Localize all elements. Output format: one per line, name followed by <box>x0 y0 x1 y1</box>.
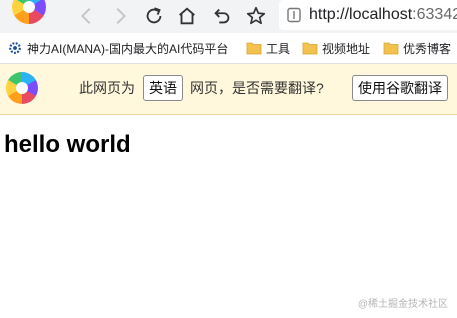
bookmark-tools[interactable]: 工具 <box>246 33 290 63</box>
translate-bar: 此网页为 英语 网页，是否需要翻译? 使用谷歌翻译 <box>0 64 457 115</box>
browser-logo-icon[interactable] <box>12 0 46 24</box>
back-arrow-icon[interactable] <box>74 3 100 29</box>
bookmark-mana[interactable]: 神力AI(MANA)-国内最大的AI代码平台 <box>7 33 228 63</box>
watermark: @稀土掘金技术社区 <box>357 299 448 310</box>
reload-icon[interactable] <box>141 3 167 29</box>
home-icon[interactable] <box>174 3 200 29</box>
browser-window: http://localhost:63342 神力AI(MANA)-国内最大的A… <box>0 0 457 318</box>
bookmarks-bar: 神力AI(MANA)-国内最大的AI代码平台 工具 视频地址 优秀博客 <box>0 33 457 64</box>
google-translate-button[interactable]: 使用谷歌翻译 <box>352 75 448 101</box>
page-heading: hello world <box>4 131 131 158</box>
bookmark-label: 视频地址 <box>322 41 371 56</box>
undo-icon[interactable] <box>209 3 235 29</box>
folder-icon <box>246 41 262 55</box>
source-language-button[interactable]: 英语 <box>143 75 183 101</box>
translate-prefix: 此网页为 <box>79 80 135 96</box>
translate-question: 网页，是否需要翻译? <box>190 80 324 96</box>
bookmark-blogs[interactable]: 优秀博客 <box>383 33 451 63</box>
forward-arrow-icon[interactable] <box>107 3 133 29</box>
browser-logo-icon <box>6 72 38 104</box>
address-url: http://localhost:63342 <box>309 6 457 23</box>
bookmark-video[interactable]: 视频地址 <box>302 33 370 63</box>
bookmark-label: 神力AI(MANA)-国内最大的AI代码平台 <box>27 41 229 56</box>
address-bar[interactable]: http://localhost:63342 <box>279 0 457 30</box>
folder-icon <box>383 41 399 55</box>
browser-toolbar: http://localhost:63342 <box>0 0 457 33</box>
bookmark-label: 工具 <box>266 41 291 56</box>
page-info-icon[interactable] <box>285 6 303 24</box>
bookmark-label: 优秀博客 <box>403 41 452 56</box>
star-icon[interactable] <box>243 3 269 29</box>
folder-icon <box>302 41 318 55</box>
gear-favicon-icon <box>7 41 23 55</box>
